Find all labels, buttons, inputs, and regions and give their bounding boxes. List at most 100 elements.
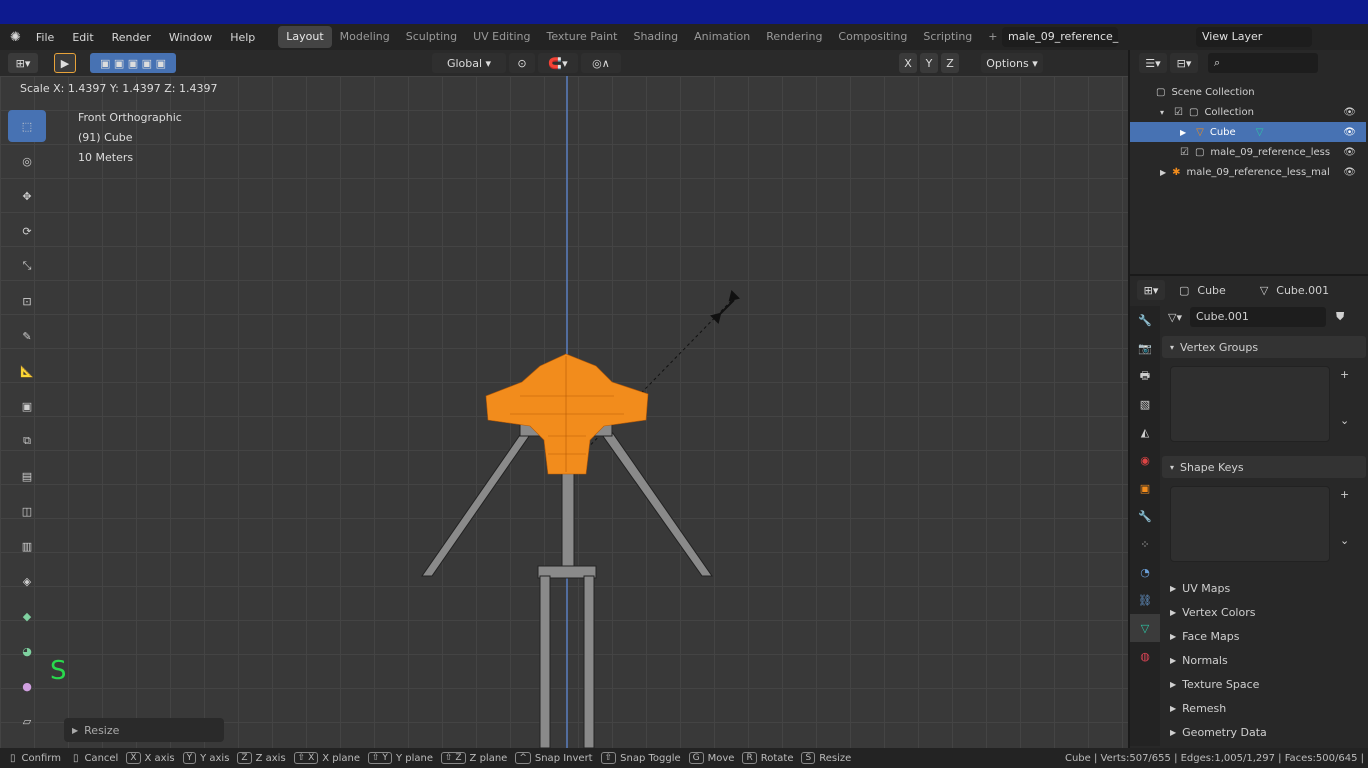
properties-editor: ⊞▾ ▢ Cube ▽ Cube.001 🔧 📷 🖶 ▧ ◭ ◉ ▣ 🔧 ⁘ ◔… xyxy=(1128,274,1368,748)
tab-particles[interactable]: ⁘ xyxy=(1130,530,1160,558)
key-s: S xyxy=(801,752,816,764)
expand-arrow-icon[interactable]: ▾ xyxy=(1160,108,1164,117)
outliner-row-armature[interactable]: ▶ ✱ male_09_reference_less_mal 👁 xyxy=(1130,162,1366,182)
editor-type-button[interactable]: ⊞▾ xyxy=(8,53,38,73)
vertex-group-more-icon[interactable]: ⌄ xyxy=(1340,414,1349,427)
eye-icon[interactable]: 👁 xyxy=(1343,127,1356,138)
tab-compositing[interactable]: Compositing xyxy=(830,26,915,48)
tab-shading[interactable]: Shading xyxy=(625,26,686,48)
outliner-row-cube[interactable]: ▶ ▽ Cube ▽ 👁 xyxy=(1130,122,1366,142)
menu-help[interactable]: Help xyxy=(221,31,264,44)
checkbox-icon[interactable]: ☑ xyxy=(1180,147,1189,158)
menu-file[interactable]: File xyxy=(27,31,63,44)
workspace-tabs: Layout Modeling Sculpting UV Editing Tex… xyxy=(278,24,1005,50)
select-mode-icon[interactable]: ▶ xyxy=(54,53,76,73)
mesh-browse-icon[interactable]: ▽▾ xyxy=(1168,311,1182,324)
outliner-row-scene-collection[interactable]: ▢ Scene Collection xyxy=(1130,82,1366,102)
view-layer-selector[interactable]: View Layer xyxy=(1196,27,1312,47)
tab-mesh-data[interactable]: ▽ xyxy=(1130,614,1160,642)
panel-remesh[interactable]: ▶ Remesh xyxy=(1162,696,1366,720)
eye-icon[interactable]: 👁 xyxy=(1343,147,1356,158)
datablock-field[interactable]: Cube.001 xyxy=(1189,307,1326,327)
tab-view-layer[interactable]: ▧ xyxy=(1130,390,1160,418)
key-x: X xyxy=(126,752,141,764)
last-operator-panel[interactable]: ▶ Resize xyxy=(64,718,224,742)
tab-physics[interactable]: ◔ xyxy=(1130,558,1160,586)
outliner-editor-type[interactable]: ☰▾ xyxy=(1139,53,1167,73)
view-layer-name: View Layer xyxy=(1202,30,1263,43)
orientation-label: Global xyxy=(446,56,483,70)
tab-constraints[interactable]: ⛓ xyxy=(1130,586,1160,614)
shape-keys-header[interactable]: ▾ Shape Keys xyxy=(1162,456,1366,478)
collection-icon: ▢ xyxy=(1156,86,1166,98)
proportional-edit-icon[interactable]: ◎∧ xyxy=(581,53,621,73)
menu-window[interactable]: Window xyxy=(160,31,221,44)
select-box-mode-icon[interactable]: ▣ ▣ ▣ ▣ ▣ xyxy=(90,53,176,73)
tab-world[interactable]: ◉ xyxy=(1130,446,1160,474)
status-y-plane: Y plane xyxy=(395,752,433,764)
object-icon: ▢ xyxy=(1179,283,1190,297)
chevron-right-icon: ▶ xyxy=(72,725,79,735)
checkbox-icon[interactable]: ☑ xyxy=(1174,107,1183,118)
outliner-search-input[interactable]: ⌕ xyxy=(1208,53,1318,73)
tab-render[interactable]: 📷 xyxy=(1130,334,1160,362)
tool-icon: 🔧 xyxy=(1138,313,1152,327)
chevron-right-icon: ▶ xyxy=(1170,727,1177,737)
tab-rendering[interactable]: Rendering xyxy=(758,26,830,48)
panel-texture-space[interactable]: ▶ Texture Space xyxy=(1162,672,1366,696)
shape-keys-list[interactable] xyxy=(1170,486,1330,562)
collection-icon: ▢ xyxy=(1188,106,1199,118)
key-shift-z: ⇧ Z xyxy=(440,752,466,764)
expand-arrow-icon[interactable]: ▶ xyxy=(1180,128,1186,137)
scene-selector[interactable]: male_09_reference_ xyxy=(1002,27,1118,47)
transform-orientation-dropdown[interactable]: Global ▾ xyxy=(432,53,506,73)
tab-scripting[interactable]: Scripting xyxy=(915,26,980,48)
vertex-groups-list[interactable] xyxy=(1170,366,1330,442)
tab-material[interactable]: ◍ xyxy=(1130,642,1160,670)
mirror-z-toggle[interactable]: Z xyxy=(941,53,959,73)
tab-modifiers[interactable]: 🔧 xyxy=(1130,502,1160,530)
outliner-row-reference-collection[interactable]: ☑ ▢ male_09_reference_less 👁 xyxy=(1130,142,1366,162)
tab-tool[interactable]: 🔧 xyxy=(1130,306,1160,334)
panel-uv-maps[interactable]: ▶ UV Maps xyxy=(1162,576,1366,600)
expand-arrow-icon[interactable]: ▶ xyxy=(1160,168,1166,177)
properties-editor-type[interactable]: ⊞▾ xyxy=(1137,280,1165,300)
vertex-groups-header[interactable]: ▾ Vertex Groups xyxy=(1162,336,1366,358)
tab-object[interactable]: ▣ xyxy=(1130,474,1160,502)
eye-icon[interactable]: 👁 xyxy=(1343,167,1356,178)
outliner: ☰▾ ⊟▾ ⌕ ▢ Scene Collection ▾ ☑ ▢ Collecti… xyxy=(1128,50,1368,274)
blender-logo-icon[interactable]: ✺ xyxy=(10,30,27,45)
tab-animation[interactable]: Animation xyxy=(686,26,758,48)
menu-edit[interactable]: Edit xyxy=(63,31,102,44)
panel-normals[interactable]: ▶ Normals xyxy=(1162,648,1366,672)
pivot-icon[interactable]: ⊙ xyxy=(509,53,535,73)
panel-face-maps[interactable]: ▶ Face Maps xyxy=(1162,624,1366,648)
armature-icon: ✱ xyxy=(1172,166,1181,178)
tab-uv-editing[interactable]: UV Editing xyxy=(465,26,538,48)
mirror-y-toggle[interactable]: Y xyxy=(920,53,938,73)
fake-user-icon[interactable]: ⛊ xyxy=(1336,310,1344,324)
tab-sculpting[interactable]: Sculpting xyxy=(398,26,465,48)
shape-key-more-icon[interactable]: ⌄ xyxy=(1340,534,1349,547)
tab-texture-paint[interactable]: Texture Paint xyxy=(538,26,625,48)
object-name: Cube xyxy=(1197,283,1226,297)
panel-geometry-data[interactable]: ▶ Geometry Data xyxy=(1162,720,1366,744)
panel-vertex-colors[interactable]: ▶ Vertex Colors xyxy=(1162,600,1366,624)
3d-viewport[interactable]: Scale X: 1.4397 Y: 1.4397 Z: 1.4397 Fron… xyxy=(0,76,1128,748)
options-dropdown[interactable]: Options ▾ xyxy=(981,53,1043,73)
panel-title: Normals xyxy=(1182,653,1228,667)
mirror-x-toggle[interactable]: X xyxy=(899,53,917,73)
status-y-axis: Y axis xyxy=(200,752,230,764)
eye-icon[interactable]: 👁 xyxy=(1343,107,1356,118)
snap-icon[interactable]: 🧲▾ xyxy=(538,53,578,73)
tab-modeling[interactable]: Modeling xyxy=(332,26,398,48)
vertex-groups-panel: ▾ Vertex Groups + ⌄ xyxy=(1162,336,1366,442)
outliner-filter-icon[interactable]: ⊟▾ xyxy=(1170,53,1198,73)
tab-scene[interactable]: ◭ xyxy=(1130,418,1160,446)
tab-layout[interactable]: Layout xyxy=(278,26,332,48)
outliner-row-collection[interactable]: ▾ ☑ ▢ Collection 👁 xyxy=(1130,102,1366,122)
menu-render[interactable]: Render xyxy=(103,31,160,44)
shape-key-add-button[interactable]: + xyxy=(1340,488,1349,501)
tab-output[interactable]: 🖶 xyxy=(1130,362,1160,390)
vertex-group-add-button[interactable]: + xyxy=(1340,368,1349,381)
